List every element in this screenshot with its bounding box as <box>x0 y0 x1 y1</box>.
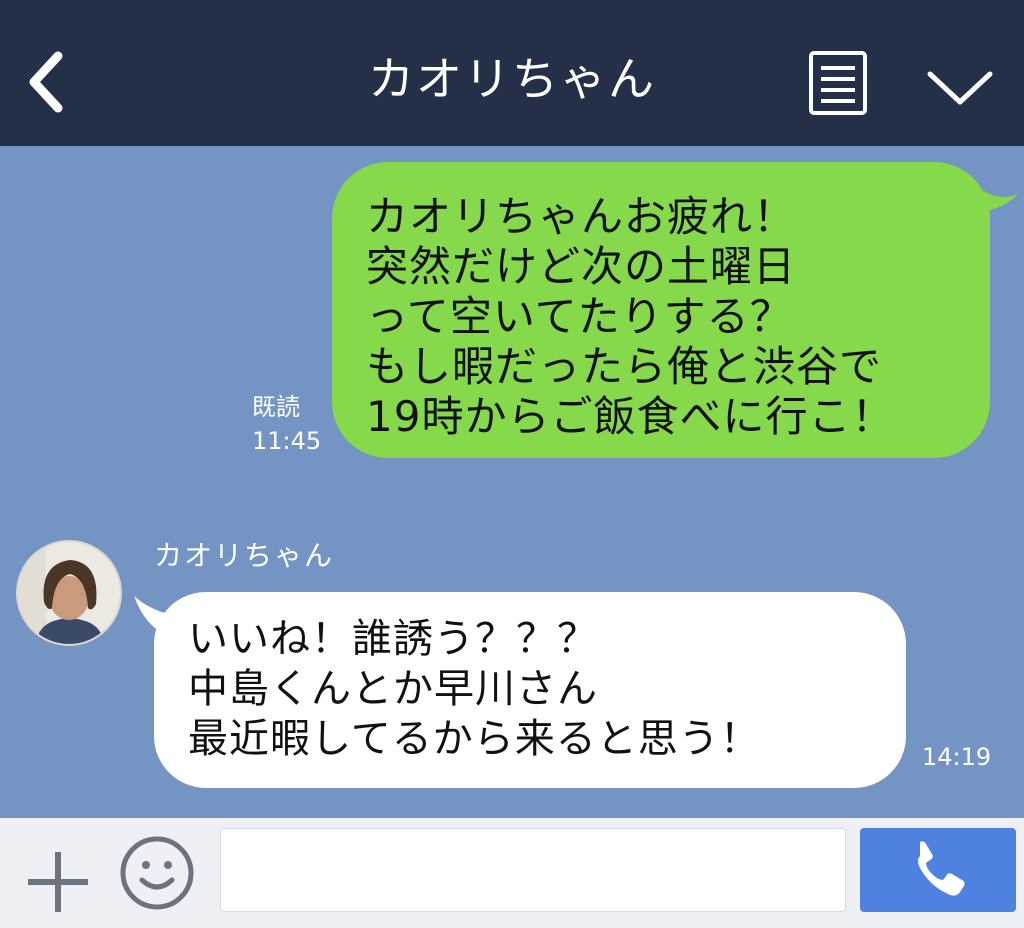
message-input[interactable] <box>220 828 846 912</box>
phone-icon <box>918 841 965 896</box>
emoji-button[interactable] <box>118 834 196 912</box>
add-attachment-button[interactable] <box>24 848 92 916</box>
more-button[interactable] <box>924 62 996 110</box>
chat-title: カオリちゃん <box>368 52 656 106</box>
message-timestamp: 14:19 <box>922 743 992 771</box>
notes-button[interactable] <box>808 50 868 116</box>
smiley-icon <box>120 836 194 910</box>
outgoing-message-bubble[interactable]: カオリちゃんお疲れ！ 突然だけど次の土曜日 って空いてたりする？ もし暇だったら… <box>332 162 990 458</box>
sender-name: カオリちゃん <box>154 539 335 572</box>
avatar[interactable] <box>16 540 122 646</box>
read-receipt: 既読 <box>252 393 300 421</box>
chat-area[interactable]: カオリちゃんお疲れ！ 突然だけど次の土曜日 って空いてたりする？ もし暇だったら… <box>0 146 1024 818</box>
input-bar <box>0 818 1024 928</box>
chat-header: カオリちゃん <box>0 0 1024 146</box>
plus-icon <box>28 852 88 912</box>
message-text: いいね！誰誘う？？？ 中島くんとか早川さん 最近暇してるから来ると思う！ <box>188 616 761 762</box>
chevron-down-icon <box>927 71 993 105</box>
avatar-image <box>18 542 120 644</box>
incoming-message-bubble[interactable]: いいね！誰誘う？？？ 中島くんとか早川さん 最近暇してるから来ると思う！ <box>154 592 906 788</box>
notes-icon <box>809 51 867 115</box>
message-timestamp: 11:45 <box>252 427 322 455</box>
message-text: カオリちゃんお疲れ！ 突然だけど次の土曜日 って空いてたりする？ もし暇だったら… <box>366 192 895 441</box>
call-button[interactable] <box>860 828 1016 912</box>
